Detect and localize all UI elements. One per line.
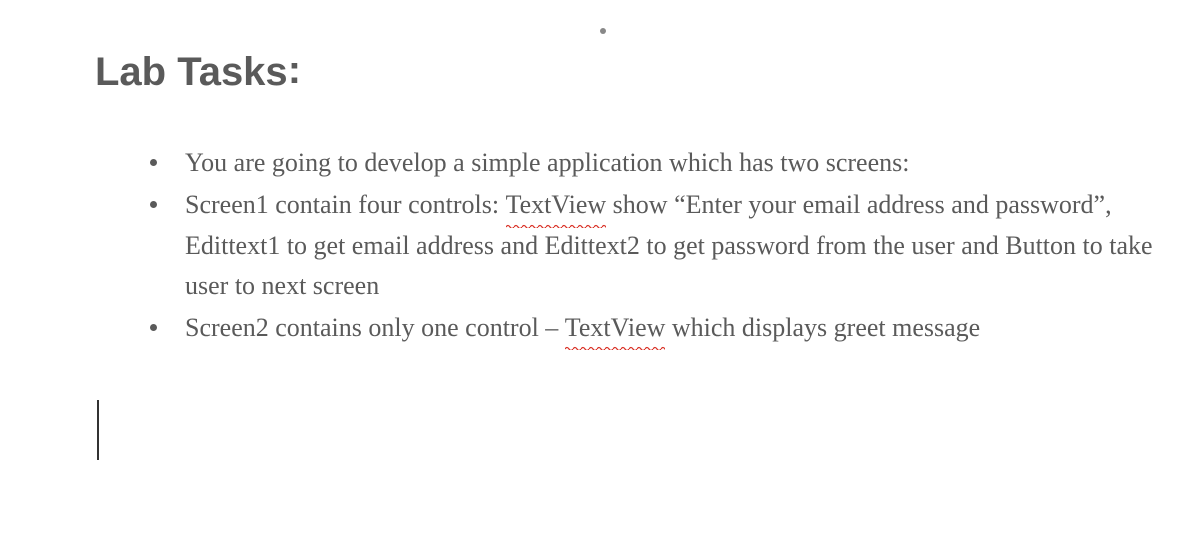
heading-colon: : — [288, 48, 301, 92]
document-content: Lab Tasks: You are going to develop a si… — [0, 50, 1200, 348]
list-item: You are going to develop a simple applic… — [150, 143, 1160, 183]
list-item-text-pre: Screen2 contains only one control – — [185, 313, 565, 342]
spellcheck-underline: TextView — [506, 185, 607, 225]
text-cursor — [97, 400, 99, 460]
list-item: Screen1 contain four controls: TextView … — [150, 185, 1160, 306]
list-item: Screen2 contains only one control – Text… — [150, 308, 1160, 348]
decorative-dot — [600, 28, 606, 34]
spellcheck-word: TextView — [565, 313, 666, 342]
list-item-text-post: which displays greet message — [665, 313, 980, 342]
spellcheck-underline: TextView — [565, 308, 666, 348]
list-item-text: You are going to develop a simple applic… — [185, 148, 909, 177]
spellcheck-word: TextView — [506, 190, 607, 219]
page-heading: Lab Tasks: — [95, 50, 1160, 95]
task-list: You are going to develop a simple applic… — [95, 143, 1160, 348]
heading-text: Lab Tasks — [95, 50, 288, 94]
list-item-text-pre: Screen1 contain four controls: — [185, 190, 506, 219]
